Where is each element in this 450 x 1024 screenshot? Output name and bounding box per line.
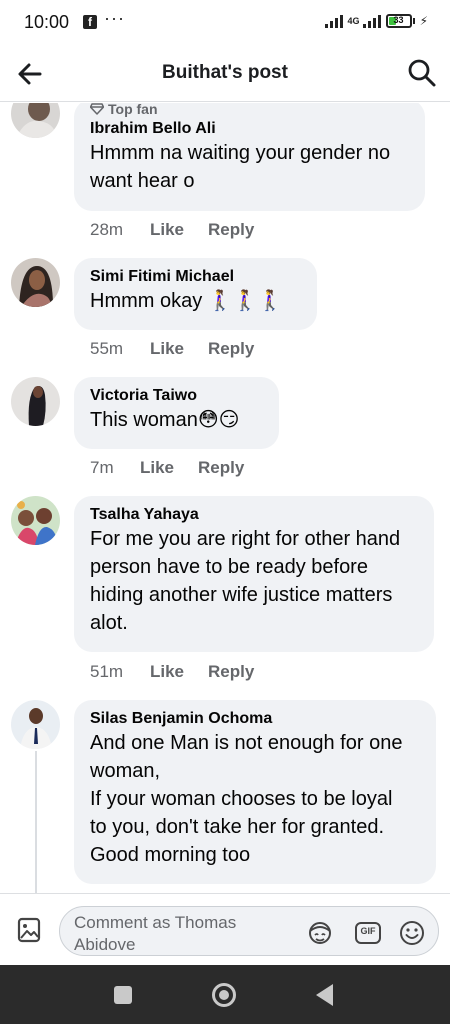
comment-time: 7m bbox=[90, 458, 114, 477]
like-button[interactable]: Like bbox=[150, 662, 208, 682]
avatar[interactable] bbox=[11, 496, 60, 545]
comment-composer: Comment as Thomas Abidove GIF bbox=[0, 893, 450, 965]
avatar-image bbox=[11, 496, 60, 545]
home-button[interactable] bbox=[212, 983, 236, 1007]
reply-button[interactable]: Reply bbox=[208, 662, 254, 682]
system-back-button[interactable] bbox=[316, 984, 333, 1006]
comment-text-line: Hmmm na waiting your gender no bbox=[90, 142, 391, 164]
more-notifications-icon: ··· bbox=[104, 8, 125, 28]
search-button[interactable] bbox=[406, 56, 438, 90]
avatar-image bbox=[11, 700, 60, 749]
comment-author[interactable]: Silas Benjamin Ochoma bbox=[90, 709, 420, 729]
battery-icon: 33 bbox=[385, 14, 412, 28]
status-bar: 10:00 f ··· 4G 33 ⚡ bbox=[0, 0, 450, 46]
comment-text-line: If your woman chooses to be loyal bbox=[90, 788, 393, 810]
status-time: 10:00 bbox=[24, 12, 70, 32]
avatar-image bbox=[11, 258, 60, 307]
comment-text-line: And one Man is not enough for one bbox=[90, 732, 403, 754]
comment-time: 55m bbox=[90, 339, 124, 358]
page-title: Buithat's post bbox=[162, 62, 288, 83]
comment-text-line: Good morning too bbox=[90, 844, 251, 866]
comment-bubble[interactable]: Simi Fitimi Michael Hmmm okay 🚶‍♀️🚶‍♀️🚶‍… bbox=[74, 258, 317, 330]
comment-text-line: person have to be ready before bbox=[90, 556, 368, 578]
badge-label: Top fan bbox=[108, 103, 158, 117]
comment-text-line: to you, don't take her for granted. bbox=[90, 816, 385, 838]
like-button[interactable]: Like bbox=[150, 339, 208, 359]
comment-placeholder: Comment as Thomas Abidove bbox=[74, 913, 237, 954]
comment-actions: 51m Like Reply bbox=[90, 662, 254, 682]
reply-button[interactable]: Reply bbox=[208, 220, 254, 240]
comment-text-line: woman, bbox=[90, 760, 161, 782]
comment-bubble[interactable]: Tsalha Yahaya For me you are right for o… bbox=[74, 496, 434, 652]
avatar-image bbox=[11, 103, 60, 138]
battery-level: 33 bbox=[393, 15, 404, 25]
battery-cap bbox=[412, 18, 415, 24]
reply-button[interactable]: Reply bbox=[208, 339, 254, 359]
avatar-sticker-button[interactable] bbox=[306, 919, 334, 947]
like-button[interactable]: Like bbox=[150, 220, 208, 240]
reply-thread-line bbox=[35, 751, 37, 893]
comment-author[interactable]: Ibrahim Bello Ali bbox=[90, 119, 409, 139]
comment-bubble[interactable]: Top fan Ibrahim Bello Ali Hmmm na waitin… bbox=[74, 103, 425, 211]
comment-text-line: This woman😳😏 bbox=[90, 409, 240, 431]
gif-button[interactable]: GIF bbox=[354, 919, 382, 947]
emoji-button[interactable] bbox=[398, 919, 426, 947]
comment-author[interactable]: Simi Fitimi Michael bbox=[90, 267, 301, 287]
add-photo-button[interactable] bbox=[16, 916, 42, 944]
comment-actions: 55m Like Reply bbox=[90, 339, 254, 359]
comment-bubble[interactable]: Victoria Taiwo This woman😳😏 bbox=[74, 377, 279, 449]
comment-bubble[interactable]: Silas Benjamin Ochoma And one Man is not… bbox=[74, 700, 436, 884]
signal-icon-2 bbox=[362, 14, 381, 28]
comment-text-line: For me you are right for other hand bbox=[90, 528, 401, 550]
avatar[interactable] bbox=[11, 700, 60, 749]
comment-input[interactable]: Comment as Thomas Abidove GIF bbox=[59, 906, 439, 956]
comment-text-line: hiding another wife justice matters bbox=[90, 584, 393, 606]
avatar[interactable] bbox=[11, 103, 60, 138]
top-fan-badge: Top fan bbox=[90, 103, 409, 116]
comment-text-line: want hear o bbox=[90, 170, 195, 192]
avatar[interactable] bbox=[11, 377, 60, 426]
gif-label: GIF bbox=[360, 926, 376, 936]
comment-text-line: Hmmm okay 🚶‍♀️🚶‍♀️🚶‍♀️ bbox=[90, 290, 283, 312]
comments-feed[interactable]: Top fan Ibrahim Bello Ali Hmmm na waitin… bbox=[0, 103, 450, 893]
avatar[interactable] bbox=[11, 258, 60, 307]
avatar-sticker-icon bbox=[309, 922, 331, 944]
signal-icon bbox=[324, 14, 343, 28]
diamond-icon bbox=[90, 103, 104, 115]
comment-actions: 28m Like Reply bbox=[90, 220, 254, 240]
comment-author[interactable]: Victoria Taiwo bbox=[90, 386, 263, 406]
facebook-icon: f bbox=[83, 15, 97, 29]
status-indicators: 4G 33 ⚡ bbox=[324, 14, 428, 28]
emoji-icon bbox=[400, 921, 424, 945]
search-icon bbox=[408, 59, 436, 87]
like-button[interactable]: Like bbox=[140, 458, 198, 478]
photo-icon bbox=[17, 917, 41, 943]
reply-button[interactable]: Reply bbox=[198, 458, 244, 478]
comment-actions: 7m Like Reply bbox=[90, 458, 244, 478]
recent-apps-button[interactable] bbox=[114, 986, 132, 1004]
network-type: 4G bbox=[347, 15, 360, 26]
comment-time: 51m bbox=[90, 662, 124, 681]
comment-author[interactable]: Tsalha Yahaya bbox=[90, 505, 418, 525]
avatar-image bbox=[11, 377, 60, 426]
charging-icon: ⚡ bbox=[419, 14, 428, 28]
comment-text-line: alot. bbox=[90, 612, 128, 634]
post-header: Buithat's post bbox=[0, 46, 450, 102]
comment-time: 28m bbox=[90, 220, 124, 239]
system-nav-bar bbox=[0, 965, 450, 1024]
